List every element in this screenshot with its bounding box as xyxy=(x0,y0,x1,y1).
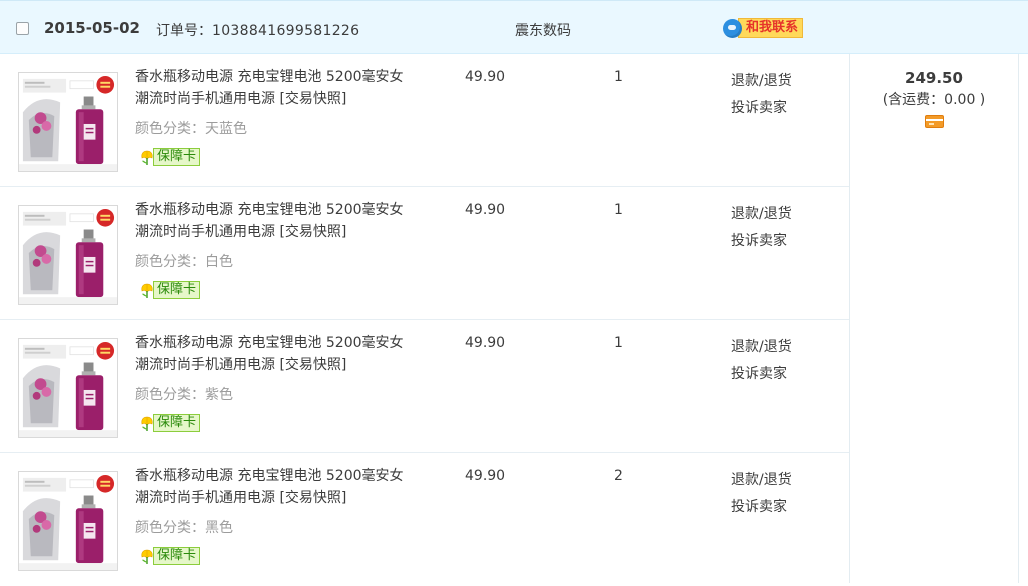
tulip-icon xyxy=(139,548,155,565)
complain-seller-link[interactable]: 投诉卖家 xyxy=(731,95,792,122)
attribute-label: 颜色分类： xyxy=(135,520,205,536)
item-operations: 退款/退货 投诉卖家 xyxy=(731,201,792,255)
order-header: 2015-05-02 订单号：1038841699581226 震东数码 和我联… xyxy=(0,0,1028,54)
order-total-column: 249.50 (含运费：0.00 ) xyxy=(849,54,1019,583)
checkbox-icon[interactable] xyxy=(16,22,29,35)
product-attribute: 颜色分类：天蓝色 xyxy=(135,118,247,138)
warranty-card-badge[interactable]: 保障卡 xyxy=(139,546,201,566)
attribute-value: 天蓝色 xyxy=(205,121,247,137)
quantity: 1 xyxy=(614,69,623,85)
contact-seller-button[interactable]: 和我联系 xyxy=(723,17,804,39)
unit-price: 49.90 xyxy=(465,202,506,218)
attribute-value: 紫色 xyxy=(205,387,233,403)
shipping-fee-note: (含运费：0.00 ) xyxy=(882,92,986,108)
order-item-row: 香水瓶移动电源 充电宝锂电池 5200毫安女潮流时尚手机通用电源 [交易快照] … xyxy=(0,320,849,453)
quantity: 1 xyxy=(614,335,623,351)
product-thumbnail[interactable] xyxy=(18,205,118,305)
tulip-icon xyxy=(139,282,155,299)
order-total-amount: 249.50 xyxy=(905,69,963,87)
product-attribute: 颜色分类：黑色 xyxy=(135,517,233,537)
order-number-value: 1038841699581226 xyxy=(212,23,360,39)
attribute-value: 白色 xyxy=(205,254,233,270)
product-title-link[interactable]: 香水瓶移动电源 充电宝锂电池 5200毫安女潮流时尚手机通用电源 [交易快照] xyxy=(135,199,415,243)
item-operations: 退款/退货 投诉卖家 xyxy=(731,467,792,521)
quantity: 2 xyxy=(614,468,623,484)
warranty-card-label: 保障卡 xyxy=(153,148,201,166)
attribute-label: 颜色分类： xyxy=(135,387,205,403)
unit-price: 49.90 xyxy=(465,335,506,351)
tulip-icon xyxy=(139,149,155,166)
complain-seller-link[interactable]: 投诉卖家 xyxy=(731,494,792,521)
product-title-link[interactable]: 香水瓶移动电源 充电宝锂电池 5200毫安女潮流时尚手机通用电源 [交易快照] xyxy=(135,465,415,509)
attribute-value: 黑色 xyxy=(205,520,233,536)
product-attribute: 颜色分类：紫色 xyxy=(135,384,233,404)
warranty-card-label: 保障卡 xyxy=(153,414,201,432)
item-operations: 退款/退货 投诉卖家 xyxy=(731,68,792,122)
unit-price: 49.90 xyxy=(465,468,506,484)
shop-name-link[interactable]: 震东数码 xyxy=(515,20,571,40)
tulip-icon xyxy=(139,415,155,432)
warranty-card-badge[interactable]: 保障卡 xyxy=(139,280,201,300)
order-item-row: 香水瓶移动电源 充电宝锂电池 5200毫安女潮流时尚手机通用电源 [交易快照] … xyxy=(0,453,849,586)
warranty-card-label: 保障卡 xyxy=(153,281,201,299)
product-attribute: 颜色分类：白色 xyxy=(135,251,233,271)
product-thumbnail[interactable] xyxy=(18,72,118,172)
product-title-link[interactable]: 香水瓶移动电源 充电宝锂电池 5200毫安女潮流时尚手机通用电源 [交易快照] xyxy=(135,332,415,376)
order-date: 2015-05-02 xyxy=(44,19,140,37)
product-title-link[interactable]: 香水瓶移动电源 充电宝锂电池 5200毫安女潮流时尚手机通用电源 [交易快照] xyxy=(135,66,415,110)
warranty-card-badge[interactable]: 保障卡 xyxy=(139,413,201,433)
refund-return-link[interactable]: 退款/退货 xyxy=(731,334,792,361)
unit-price: 49.90 xyxy=(465,69,506,85)
refund-return-link[interactable]: 退款/退货 xyxy=(731,467,792,494)
order-number: 订单号：1038841699581226 xyxy=(156,20,359,40)
quantity: 1 xyxy=(614,202,623,218)
chat-icon xyxy=(723,18,742,38)
refund-return-link[interactable]: 退款/退货 xyxy=(731,201,792,228)
order-items: 香水瓶移动电源 充电宝锂电池 5200毫安女潮流时尚手机通用电源 [交易快照] … xyxy=(0,54,849,586)
order-number-label: 订单号： xyxy=(156,23,212,39)
attribute-label: 颜色分类： xyxy=(135,254,205,270)
warranty-card-badge[interactable]: 保障卡 xyxy=(139,147,201,167)
order-item-row: 香水瓶移动电源 充电宝锂电池 5200毫安女潮流时尚手机通用电源 [交易快照] … xyxy=(0,54,849,187)
warranty-card-label: 保障卡 xyxy=(153,547,201,565)
complain-seller-link[interactable]: 投诉卖家 xyxy=(731,361,792,388)
product-thumbnail[interactable] xyxy=(18,338,118,438)
attribute-label: 颜色分类： xyxy=(135,121,205,137)
product-thumbnail[interactable] xyxy=(18,471,118,571)
order-item-row: 香水瓶移动电源 充电宝锂电池 5200毫安女潮流时尚手机通用电源 [交易快照] … xyxy=(0,187,849,320)
refund-return-link[interactable]: 退款/退货 xyxy=(731,68,792,95)
complain-seller-link[interactable]: 投诉卖家 xyxy=(731,228,792,255)
item-operations: 退款/退货 投诉卖家 xyxy=(731,334,792,388)
card-icon[interactable] xyxy=(924,115,944,128)
contact-seller-label: 和我联系 xyxy=(738,18,804,38)
